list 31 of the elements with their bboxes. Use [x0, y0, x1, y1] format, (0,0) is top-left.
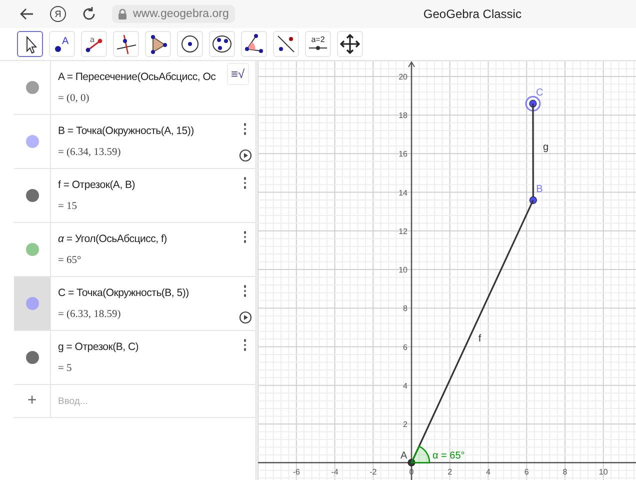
x-tick-label: 10 — [598, 468, 608, 477]
point-label: A — [400, 450, 408, 462]
object-value: = (0, 0) — [58, 93, 90, 104]
y-tick-label: 14 — [398, 188, 408, 198]
y-tick-label: 10 — [398, 266, 408, 275]
y-tick-label: 20 — [398, 72, 408, 82]
y-tick-label: 4 — [403, 381, 408, 390]
segment-label: f — [478, 333, 482, 344]
y-tick-label: 6 — [403, 342, 408, 352]
x-tick-label: 8 — [562, 468, 568, 477]
point-label: C — [536, 88, 544, 99]
object-value: = 15 — [58, 201, 78, 212]
y-tick-label: 2 — [403, 420, 408, 429]
segment-label: g — [543, 142, 549, 153]
y-tick-label: 8 — [403, 304, 408, 314]
y-tick-label: 12 — [398, 226, 408, 236]
point-label: B — [536, 184, 543, 196]
x-tick-label: 6 — [524, 468, 529, 477]
y-tick-label: 16 — [398, 150, 408, 159]
x-tick-label: -2 — [370, 468, 377, 477]
page-title: GeoGebra Classic — [422, 7, 522, 21]
y-tick-label: 18 — [398, 111, 408, 120]
angle-label: α = 65° — [432, 450, 465, 462]
object-value: = (6.33, 18.59) — [58, 309, 121, 320]
x-tick-label: -6 — [292, 468, 300, 477]
object-value: = 5 — [58, 363, 72, 374]
object-value: = 65° — [58, 255, 82, 266]
x-tick-label: 4 — [486, 468, 490, 477]
x-tick-label: -4 — [331, 468, 338, 477]
x-tick-label: 2 — [448, 468, 452, 477]
object-value: = (6.34, 13.59) — [58, 147, 121, 158]
